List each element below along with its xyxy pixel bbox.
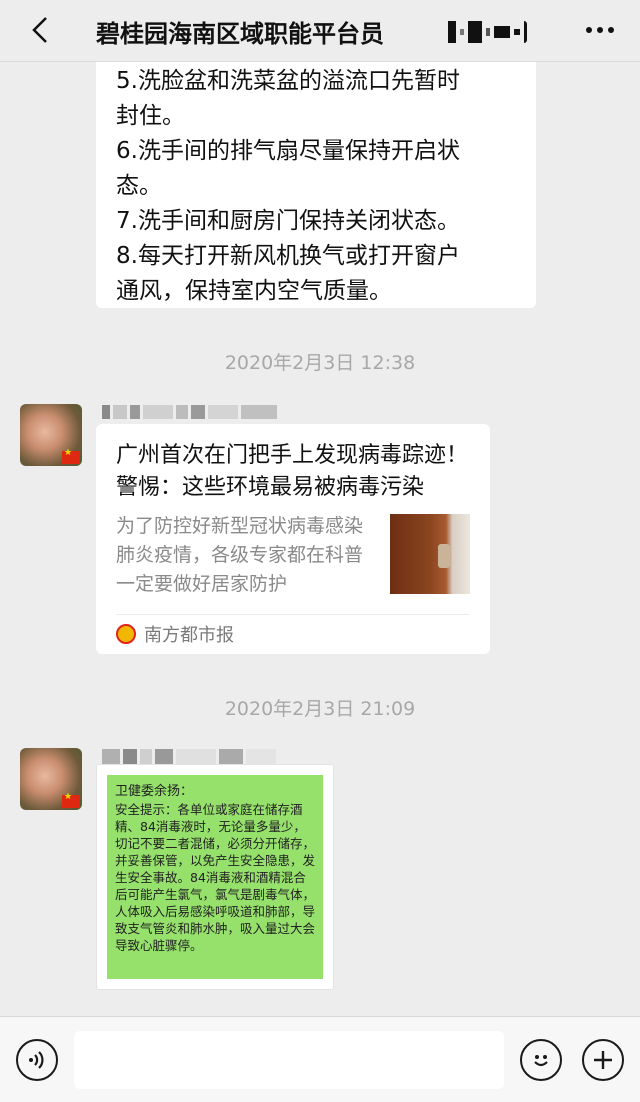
input-bar (0, 1016, 640, 1102)
voice-icon (29, 1051, 44, 1069)
voice-button[interactable] (16, 1039, 58, 1081)
avatar[interactable] (20, 404, 82, 466)
emoji-icon (534, 1055, 548, 1067)
image-body-text: 安全提示：各单位或家庭在储存酒精、84消毒液时，无论量多量少，切记不要二者混储，… (115, 802, 316, 953)
image-heading: 卫健委余扬： (115, 784, 194, 799)
message-input[interactable] (74, 1031, 504, 1089)
link-description: 为了防控好新型冠状病毒感染肺炎疫情，各级专家都在科普一定要做好居家防护 (116, 515, 364, 595)
message-line: 8.每天打开新风机换气或打开窗户 (116, 243, 460, 269)
link-source-name: 南方都市报 (144, 625, 234, 646)
link-source: 南方都市报 (116, 620, 234, 648)
message-line: 态。 (116, 173, 162, 199)
message-line: 通风，保持室内空气质量。 (116, 278, 392, 304)
message-line: 5.洗脸盆和洗菜盆的溢流口先暂时 (116, 68, 460, 94)
image-message[interactable]: 卫健委余扬： 安全提示：各单位或家庭在储存酒精、84消毒液时，无论量多量少，切记… (96, 764, 334, 990)
door-handle-graphic (438, 544, 450, 568)
timestamp: 2020年2月3日 12:38 (224, 352, 416, 374)
divider (116, 614, 470, 615)
sender-name-redacted (102, 404, 277, 420)
chat-header: 碧桂园海南区域职能平台员 (0, 0, 640, 62)
title-redacted (448, 18, 538, 46)
emoji-button[interactable] (520, 1039, 562, 1081)
message-line: 6.洗手间的排气扇尽量保持开启状 (116, 138, 460, 164)
source-logo-icon (116, 624, 136, 644)
plus-button[interactable] (582, 1039, 624, 1081)
flag-icon (62, 448, 80, 464)
more-button[interactable] (582, 16, 618, 44)
link-title: 广州首次在门把手上发现病毒踪迹！ 警惕：这些环境最易被病毒污染 (116, 443, 469, 500)
plus-icon (594, 1051, 612, 1069)
link-thumbnail-image (390, 514, 470, 594)
more-icon (586, 27, 592, 33)
text-message-bubble[interactable]: 5.洗脸盆和洗菜盆的溢流口先暂时 封住。 6.洗手间的排气扇尽量保持开启状 态。… (96, 40, 536, 308)
timestamp: 2020年2月3日 21:09 (224, 698, 416, 720)
message-line: 封住。 (116, 103, 185, 129)
image-content: 卫健委余扬： 安全提示：各单位或家庭在储存酒精、84消毒液时，无论量多量少，切记… (107, 775, 323, 979)
flag-icon (62, 792, 80, 808)
chat-title: 碧桂园海南区域职能平台员 (96, 20, 384, 48)
message-line: 7.洗手间和厨房门保持关闭状态。 (116, 208, 460, 234)
back-button[interactable] (22, 12, 58, 48)
back-arrow-icon (32, 17, 47, 43)
link-card-message[interactable]: 广州首次在门把手上发现病毒踪迹！ 警惕：这些环境最易被病毒污染 为了防控好新型冠… (96, 424, 490, 654)
avatar[interactable] (20, 748, 82, 810)
